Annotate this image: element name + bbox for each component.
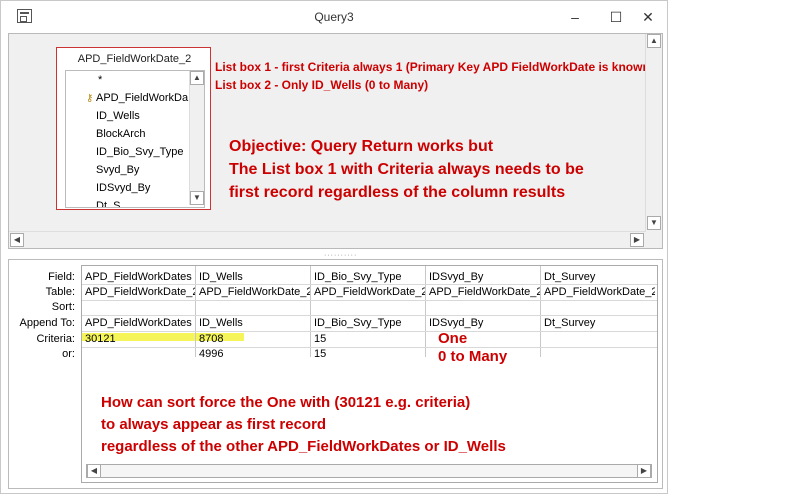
key-icon: ⚷: [86, 93, 94, 104]
grid-criteria-cell[interactable]: 8708: [196, 331, 310, 347]
annotation-one: One: [438, 330, 468, 347]
field-list-item[interactable]: *: [66, 71, 204, 89]
grid-or-cell[interactable]: [541, 346, 655, 362]
annotation-question-3: regardless of the other APD_FieldWorkDat…: [101, 438, 506, 455]
grid-table-cell[interactable]: APD_FieldWorkDate_2: [196, 284, 310, 300]
grid-table-cell[interactable]: APD_FieldWorkDate_2: [541, 284, 655, 300]
grid-criteria-cell[interactable]: 15: [311, 331, 425, 347]
grid-table-cell[interactable]: APD_FieldWorkDate_2: [311, 284, 425, 300]
grid-sort-cell[interactable]: [311, 299, 425, 315]
pane-splitter[interactable]: ··········: [8, 249, 663, 259]
annotation-objective-2: The List box 1 with Criteria always need…: [229, 161, 584, 178]
grid-field-cell[interactable]: Dt_Survey: [541, 269, 655, 285]
grid-criteria-cell[interactable]: 30121: [82, 331, 195, 347]
grid-sort-cell[interactable]: [541, 299, 655, 315]
grid-criteria-cell[interactable]: [541, 331, 655, 347]
field-list-item[interactable]: IDSvyd_By: [66, 179, 204, 197]
grid-append-cell[interactable]: ID_Wells: [196, 315, 310, 331]
grid-sort-cell[interactable]: [426, 299, 540, 315]
query-window: Query3 – ☐ ✕ APD_FieldWorkDate_2 * ⚷ APD_…: [0, 0, 668, 494]
field-label: BlockArch: [96, 128, 146, 140]
scroll-down-icon[interactable]: ▼: [190, 191, 204, 205]
table-pane[interactable]: APD_FieldWorkDate_2 * ⚷ APD_FieldWorkDa I…: [8, 33, 663, 249]
table-pane-hscroll[interactable]: ◀ ▶: [9, 231, 646, 248]
field-list-item[interactable]: Dt_S...: [66, 197, 204, 208]
row-label-sort: Sort:: [51, 301, 75, 313]
field-label: ID_Wells: [96, 110, 140, 122]
field-label: Svyd_By: [96, 164, 140, 176]
grid-sort-cell[interactable]: [196, 299, 310, 315]
field-list-item[interactable]: BlockArch: [66, 125, 204, 143]
grid-append-cell[interactable]: Dt_Survey: [541, 315, 655, 331]
grid-hscroll[interactable]: ◀ ▶: [86, 464, 652, 478]
scroll-up-icon[interactable]: ▲: [647, 34, 661, 48]
grid-append-cell[interactable]: APD_FieldWorkDates: [82, 315, 195, 331]
grid-field-cell[interactable]: ID_Bio_Svy_Type: [311, 269, 425, 285]
scroll-right-icon[interactable]: ▶: [637, 464, 651, 478]
grid-field-cell[interactable]: ID_Wells: [196, 269, 310, 285]
field-label: IDSvyd_By: [96, 182, 151, 194]
row-label-criteria: Criteria:: [36, 333, 75, 345]
scroll-down-icon[interactable]: ▼: [647, 216, 661, 230]
grid-table-cell[interactable]: APD_FieldWorkDate_2: [82, 284, 195, 300]
row-label-field: Field:: [48, 271, 75, 283]
maximize-button[interactable]: ☐: [605, 7, 627, 27]
field-list-item[interactable]: Svyd_By: [66, 161, 204, 179]
row-label-or: or:: [62, 348, 75, 360]
row-label-table: Table:: [45, 286, 75, 298]
grid-field-cell[interactable]: APD_FieldWorkDates: [82, 269, 195, 285]
grid-or-cell[interactable]: 15: [311, 346, 425, 362]
background-area: [668, 0, 800, 499]
design-grid-pane[interactable]: Field: Table: Sort: Append To: Criteria:…: [8, 259, 663, 489]
grid-or-cell[interactable]: [82, 346, 195, 362]
grid-append-cell[interactable]: IDSvyd_By: [426, 315, 540, 331]
title-bar[interactable]: Query3 – ☐ ✕: [1, 1, 667, 33]
annotation-objective-3: first record regardless of the column re…: [229, 184, 566, 201]
field-list-box[interactable]: APD_FieldWorkDate_2 * ⚷ APD_FieldWorkDa I…: [56, 47, 211, 210]
grid-append-cell[interactable]: ID_Bio_Svy_Type: [311, 315, 425, 331]
scroll-right-icon[interactable]: ▶: [630, 233, 644, 247]
field-label: *: [98, 74, 103, 86]
scroll-left-icon[interactable]: ◀: [10, 233, 24, 247]
grid-table-cell[interactable]: APD_FieldWorkDate_2: [426, 284, 540, 300]
scroll-left-icon[interactable]: ◀: [87, 464, 101, 478]
grid-or-cell[interactable]: 4996: [196, 346, 310, 362]
table-pane-vscroll[interactable]: ▲ ▼: [645, 34, 662, 248]
field-list-item[interactable]: ID_Bio_Svy_Type: [66, 143, 204, 161]
annotation-question-1: How can sort force the One with (30121 e…: [101, 394, 471, 411]
annotation-zero-to-many: 0 to Many: [438, 348, 508, 365]
field-list-title[interactable]: APD_FieldWorkDate_2: [57, 53, 212, 65]
field-label: Dt_S...: [96, 200, 130, 208]
grid-field-cell[interactable]: IDSvyd_By: [426, 269, 540, 285]
field-list-scrollbar[interactable]: ▲ ▼: [189, 71, 204, 205]
annotation-question-2: to always appear as first record: [101, 416, 327, 433]
close-button[interactable]: ✕: [637, 7, 659, 27]
annotation-objective-1: Objective: Query Return works but: [229, 138, 494, 155]
field-list-item[interactable]: ID_Wells: [66, 107, 204, 125]
field-label: ID_Bio_Svy_Type: [96, 146, 184, 158]
minimize-button[interactable]: –: [564, 7, 586, 27]
design-grid[interactable]: APD_FieldWorkDates APD_FieldWorkDate_2 A…: [81, 265, 658, 483]
grid-sort-cell[interactable]: [82, 299, 195, 315]
row-label-append-to: Append To:: [19, 317, 75, 329]
field-list-item[interactable]: ⚷ APD_FieldWorkDa: [66, 89, 204, 107]
annotation-list-box-2: List box 2 - Only ID_Wells (0 to Many): [215, 78, 429, 92]
scroll-up-icon[interactable]: ▲: [190, 71, 204, 85]
field-label: APD_FieldWorkDa: [96, 92, 189, 104]
field-list[interactable]: * ⚷ APD_FieldWorkDa ID_Wells BlockArch ID…: [65, 70, 205, 208]
annotation-list-box-1: List box 1 - first Criteria always 1 (Pr…: [215, 60, 650, 74]
splitter-grip[interactable]: ··········: [324, 252, 357, 259]
